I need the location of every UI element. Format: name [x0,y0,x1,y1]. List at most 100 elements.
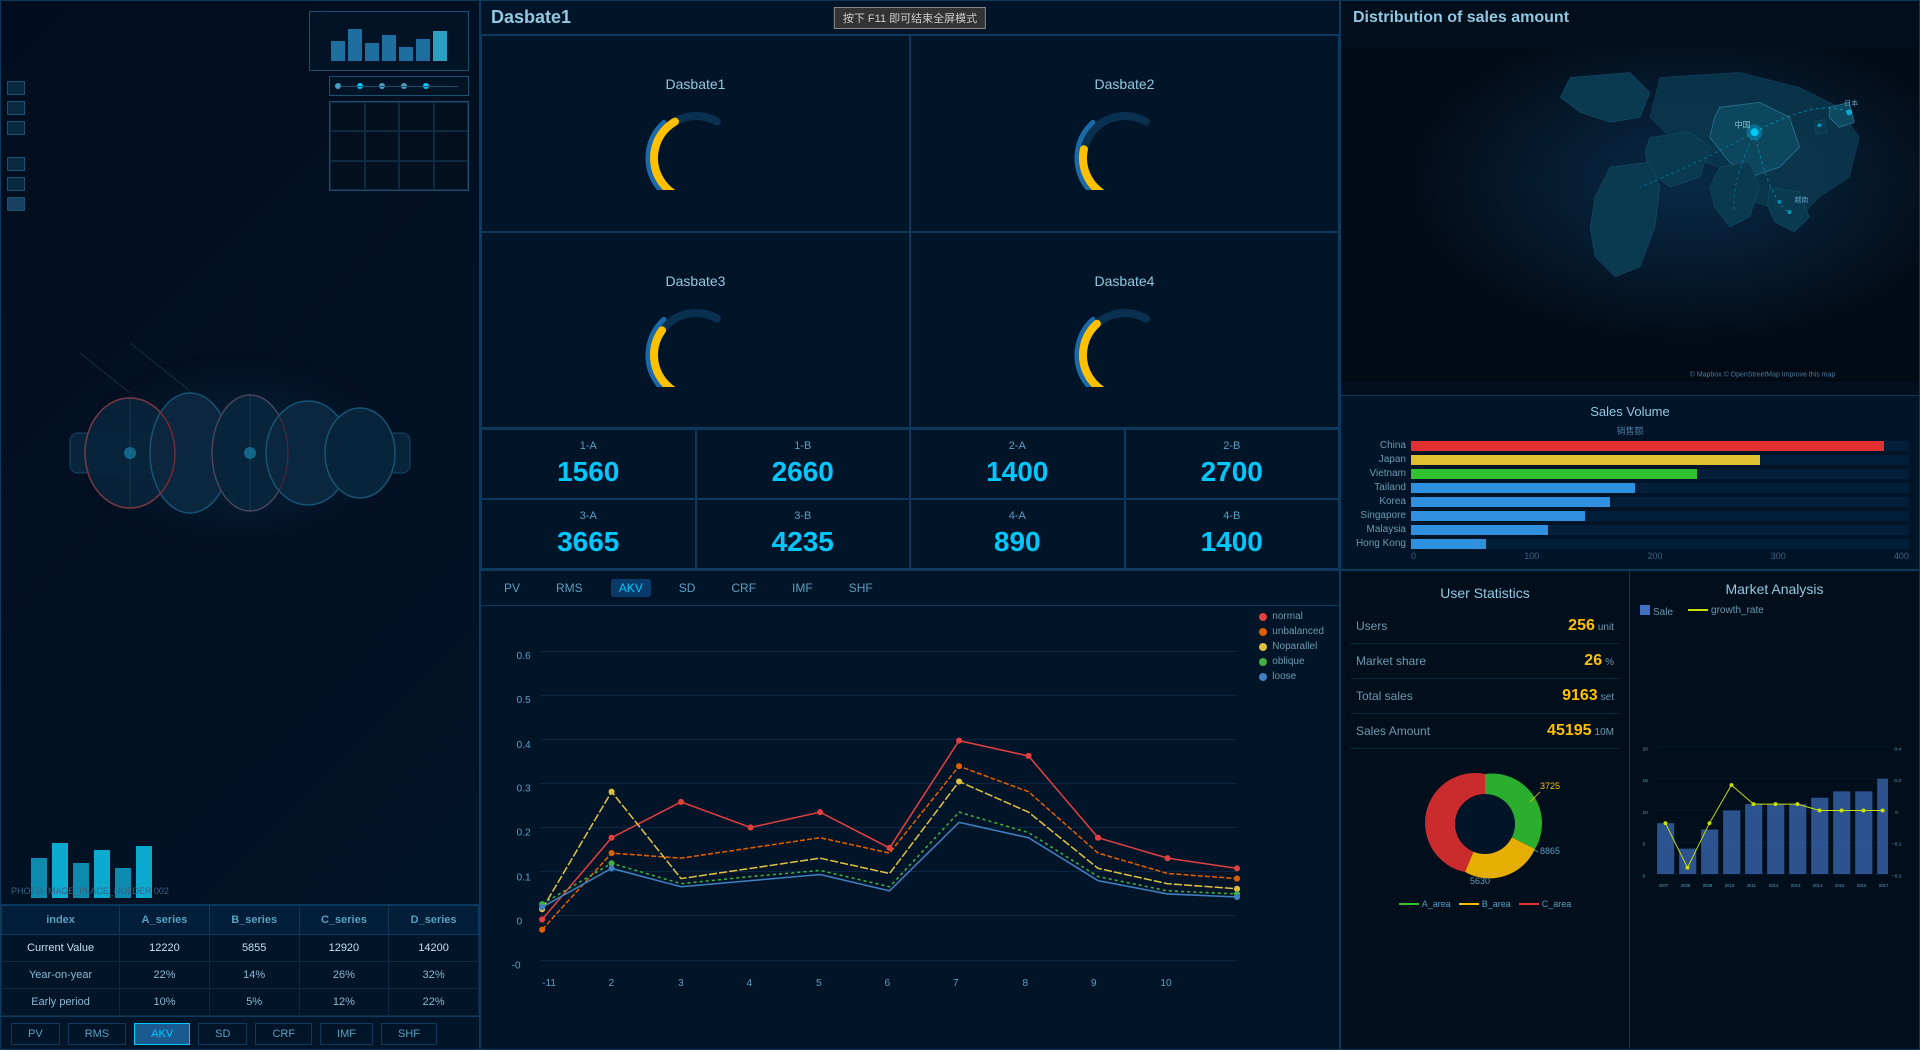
tab-btn-imf[interactable]: IMF [320,1023,373,1045]
chart-tab-pv[interactable]: PV [496,579,528,597]
svg-text:2010: 2010 [1725,883,1735,888]
tab-btn-pv[interactable]: PV [11,1023,60,1045]
cell-r2-c3: 12% [299,989,389,1016]
svg-text:2: 2 [609,978,615,989]
stat-value-3: 45195 [1547,722,1592,739]
bar-fill-6 [1411,525,1548,535]
stat-row-1: Market share26% [1351,644,1619,679]
bar-track-6 [1411,525,1909,535]
market-chart: 20 15 10 5 0 0.4 0.2 0 −0.1 −0.2 [1640,623,1909,1039]
svg-text:3: 3 [678,978,684,989]
svg-text:0: 0 [1642,873,1645,879]
num-label-7: 4-B [1223,510,1240,522]
num-label-3: 2-B [1223,440,1240,452]
map-title: Distribution of sales amount [1341,1,1919,35]
svg-text:5630: 5630 [1470,876,1490,886]
chart-tab-akv[interactable]: AKV [611,579,651,597]
stat-value-0: 256 [1568,617,1595,634]
sales-row-tailand: Tailand [1351,482,1909,493]
line-chart-area: 0.6 0.5 0.4 0.3 0.2 0.1 0 -0 -11 2 [481,606,1339,1049]
svg-text:2009: 2009 [1703,883,1713,888]
tab-btn-crf[interactable]: CRF [255,1023,312,1045]
bar-axis-label: 0 [1411,551,1416,561]
svg-text:-0: -0 [511,961,520,972]
num-value-5: 4235 [772,526,834,558]
chart-tab-rms[interactable]: RMS [548,579,591,597]
cell-r0-c1: 12220 [120,935,210,962]
line-chart-legend: normalunbalancedNoparallelobliqueloose [1259,611,1324,682]
sales-vol-title: Sales Volume [1351,404,1909,419]
line-legend-label-1: unbalanced [1272,626,1324,637]
num-label-0: 1-A [580,440,597,452]
cell-r0-c2: 5855 [209,935,299,962]
svg-text:2014: 2014 [1813,883,1823,888]
stat-value-group-3: 4519510M [1547,722,1614,740]
bar-axis-label: 300 [1771,551,1786,561]
svg-text:8: 8 [1022,978,1028,989]
turbine-svg [50,313,430,593]
tab-btn-shf[interactable]: SHF [381,1023,437,1045]
tab-btn-sd[interactable]: SD [198,1023,247,1045]
line-legend-dot-1 [1259,628,1267,636]
bar-track-4 [1411,497,1909,507]
num-value-3: 2700 [1201,456,1263,488]
sales-row-china: China [1351,440,1909,451]
bar-axis: 0100200300400 [1351,551,1909,561]
line-legend-label-0: normal [1272,611,1303,622]
sale-color [1640,605,1650,615]
sales-bar-chart: ChinaJapanVietnamTailandKoreaSingaporeMa… [1351,440,1909,549]
gauge-title-0: Dasbate1 [666,76,726,92]
bar-2008 [1679,849,1696,874]
map-section: Distribution of sales amount [1341,1,1919,395]
th-b: B_series [209,906,299,935]
stat-value-1: 26 [1584,652,1602,669]
tab-btn-rms[interactable]: RMS [68,1023,126,1045]
num-cell-3-B: 3-B4235 [696,499,911,569]
num-value-1: 2660 [772,456,834,488]
machine-visual: PHOTO IMAGE_PLACE_HOLDER 002 [1,1,479,904]
chart-tab-imf[interactable]: IMF [784,579,821,597]
country-label-5: Singapore [1351,510,1406,521]
svg-text:0: 0 [1895,810,1898,816]
line-legend-item-4: loose [1259,671,1324,682]
line-legend-item-3: oblique [1259,656,1324,667]
cell-r2-c2: 5% [209,989,299,1016]
b-area-label: B_area [1482,899,1511,909]
chart-tab-shf[interactable]: SHF [841,579,881,597]
line-legend-item-0: normal [1259,611,1324,622]
num-cell-3-A: 3-A3665 [481,499,696,569]
right-top-panel: Distribution of sales amount [1340,0,1920,570]
donut-chart-area: 3725 8865 5630 [1351,754,1619,894]
stat-value-2: 9163 [1562,687,1598,704]
bar-track-2 [1411,469,1909,479]
num-label-2: 2-A [1009,440,1026,452]
svg-text:2007: 2007 [1659,883,1669,888]
svg-text:© Mapbox © OpenStreetMap Impro: © Mapbox © OpenStreetMap Improve this ma… [1690,370,1836,378]
stat-value-group-2: 9163set [1562,687,1614,705]
svg-text:0.5: 0.5 [517,695,532,706]
bar-2016 [1855,791,1872,874]
th-index: index [2,906,120,935]
dashboard: PHOTO IMAGE_PLACE_HOLDER 002 index A_ser… [0,0,1920,1050]
chart-tab-sd[interactable]: SD [671,579,704,597]
svg-text:8865: 8865 [1540,846,1560,856]
svg-text:−0.2: −0.2 [1892,873,1902,879]
chart-tab-crf[interactable]: CRF [723,579,764,597]
sales-row-japan: Japan [1351,454,1909,465]
cell-r1-c2: 14% [209,962,299,989]
num-cell-4-B: 4-B1400 [1125,499,1340,569]
bar-2009 [1701,830,1718,875]
stat-label-1: Market share [1356,654,1426,668]
gauge-title-1: Dasbate2 [1095,76,1155,92]
line-legend-dot-2 [1259,643,1267,651]
bar-fill-5 [1411,511,1585,521]
gauge-svg-2 [636,297,756,387]
tab-btn-akv[interactable]: AKV [134,1023,190,1045]
data-table: index A_series B_series C_series D_serie… [1,904,479,1016]
cell-r1-c3: 26% [299,962,389,989]
bar-track-0 [1411,441,1909,451]
bar-axis-label: 200 [1647,551,1662,561]
th-c: C_series [299,906,389,935]
svg-text:20: 20 [1642,746,1648,752]
market-analysis-panel: Market Analysis Sale growth_rate 20 15 1… [1630,571,1919,1049]
